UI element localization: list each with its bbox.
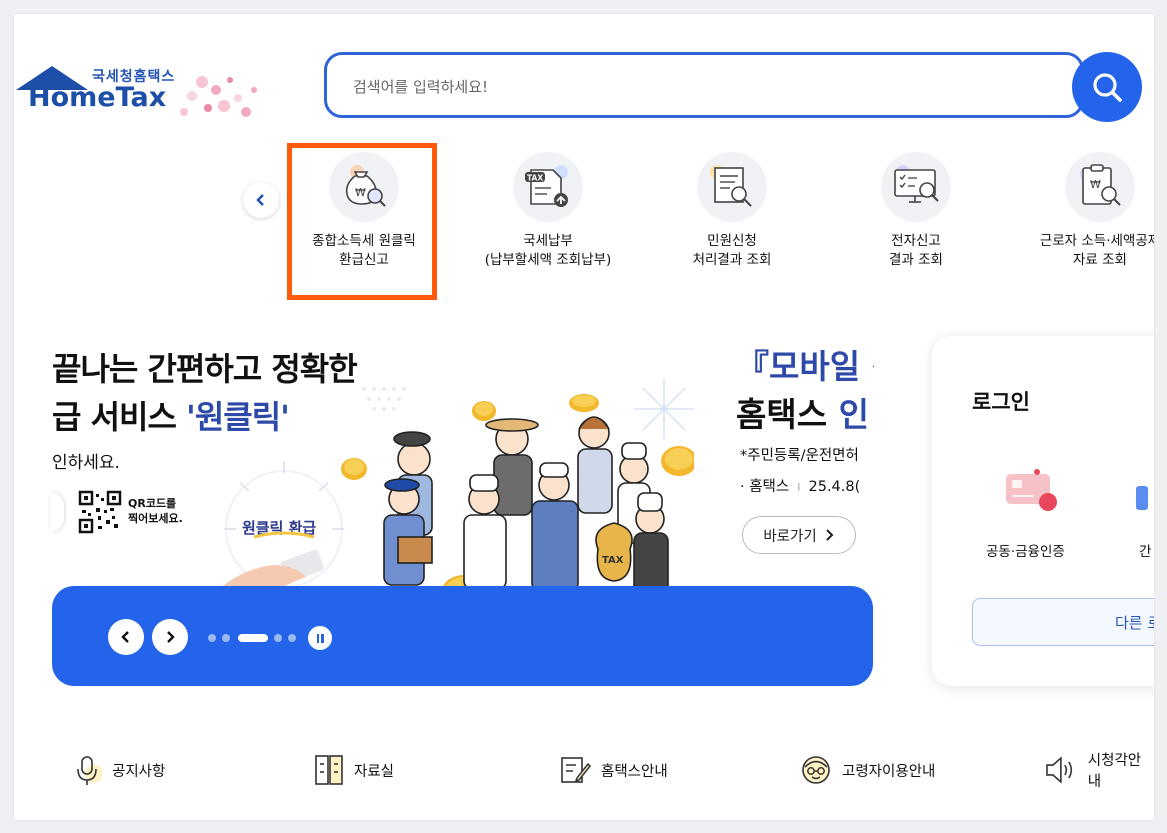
chevron-left-icon <box>256 194 264 206</box>
hometax-logo[interactable]: 국세청홈택스 HomeTax <box>14 62 264 132</box>
audiovisual-guide-link[interactable]: 시청각안내 <box>1044 752 1154 790</box>
tax-bag-label: TAX <box>602 555 624 566</box>
banner-illustration: 원클릭 환급 TAX <box>204 379 694 609</box>
certificate-card-icon <box>1006 469 1057 511</box>
banner-dot[interactable] <box>274 634 282 642</box>
cherry-blossom-icon <box>180 76 257 117</box>
banner-control-bar <box>52 586 873 686</box>
speaker-icon <box>1046 756 1073 784</box>
archive-link[interactable]: 자료실 <box>314 752 394 788</box>
banner2-title: 『모바일 신 <box>736 347 874 386</box>
tax-document-upload-icon: TAX <box>513 152 583 222</box>
notice-link[interactable]: 공지사항 <box>74 752 165 788</box>
login-title: 로그인 <box>972 390 1030 414</box>
quick-menu-label: 전자신고 결과 조회 <box>889 233 943 268</box>
simple-auth-icon[interactable] <box>1136 486 1148 510</box>
quick-menu-label: 민원신청 처리결과 조회 <box>692 233 772 268</box>
banner-dot[interactable] <box>222 634 230 642</box>
certificate-login-option[interactable] <box>1004 466 1057 511</box>
quick-menu-item-worker-deduction[interactable]: ₩ 근로자 소득·세액공제 자료 조회 <box>1010 152 1154 270</box>
banner-prev-button[interactable] <box>108 619 144 655</box>
svg-text:₩: ₩ <box>1090 178 1101 191</box>
logo-title: HomeTax <box>28 82 167 113</box>
quick-menu-item-tax-payment[interactable]: TAX 국세납부 (납부할세액 조회납부) <box>458 152 638 270</box>
clipboard-search-icon: ₩ <box>1065 152 1135 222</box>
banner-description: 인하세요. <box>52 453 120 473</box>
hometax-guide-link[interactable]: 홈택스안내 <box>559 752 668 788</box>
quick-menu-label: 근로자 소득·세액공제 자료 조회 <box>1039 233 1154 268</box>
monitor-search-icon <box>881 152 951 222</box>
qr-caption: QR코드를 찍어보세요. <box>128 497 183 525</box>
login-card: 로그인 공동·금융인증 간 다른 로 <box>932 336 1154 686</box>
banner-dot[interactable] <box>208 634 216 642</box>
search-button[interactable] <box>1072 52 1142 122</box>
banner-pause-button[interactable] <box>308 626 332 650</box>
banner2-note: *주민등록/운전면허 <box>740 448 859 464</box>
qr-section: QR코드를 찍어보세요. <box>50 490 200 534</box>
svg-text:TAX: TAX <box>527 174 543 183</box>
document-search-icon <box>697 152 767 222</box>
qr-side-tab <box>50 492 64 532</box>
banner2-subtitle: 홈택스 인 <box>736 395 869 434</box>
document-pen-icon <box>561 757 591 783</box>
elderly-guide-link[interactable]: 고령자이용안내 <box>800 752 935 788</box>
cabinet-icon <box>315 755 343 785</box>
quick-menu-label: 국세납부 (납부할세액 조회납부) <box>484 233 612 268</box>
banner2-date-line: · 홈택스 I 25.4.8( <box>740 479 861 495</box>
qr-code-icon <box>78 490 122 534</box>
simple-auth-label: 간 <box>1139 544 1152 560</box>
quick-menu-item-civil-result[interactable]: 민원신청 처리결과 조회 <box>642 152 822 270</box>
pause-icon <box>316 633 319 643</box>
elderly-face-icon <box>802 756 830 784</box>
search-icon <box>1093 73 1122 102</box>
microphone-icon <box>77 756 102 785</box>
banner-dot-active[interactable] <box>238 634 268 642</box>
hometax-page: 국세청홈택스 HomeTax ₩ <box>14 14 1154 820</box>
highlight-box <box>287 143 437 300</box>
certificate-login-label: 공동·금융인증 <box>986 544 1065 560</box>
chevron-left-icon <box>121 631 129 643</box>
quick-menu-item-e-filing-result[interactable]: 전자신고 결과 조회 <box>826 152 1006 270</box>
other-login-button[interactable]: 다른 로 <box>972 598 1154 646</box>
banner-next-button[interactable] <box>152 619 188 655</box>
go-button[interactable]: 바로가기 <box>742 516 856 554</box>
banner-dot[interactable] <box>288 634 296 642</box>
search-box <box>324 52 1084 118</box>
chevron-right-icon <box>167 631 175 643</box>
chevron-right-icon <box>825 529 834 541</box>
search-input[interactable] <box>351 73 1035 101</box>
